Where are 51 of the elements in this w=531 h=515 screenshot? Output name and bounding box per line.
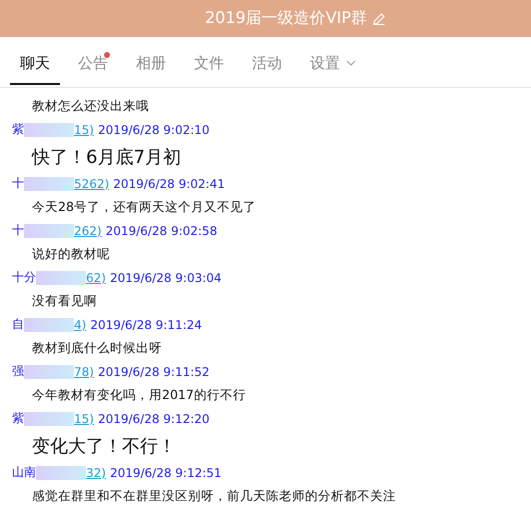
sender-id[interactable]: 32) [86,466,106,480]
message-text: 没有看见啊 [31,292,98,310]
blurred-block [24,364,74,378]
blurred-block [24,122,74,136]
message-time: 2019/6/28 9:12:20 [98,412,210,426]
sender-name: 自 [12,316,24,333]
message-time: 2019/6/28 9:11:24 [90,318,202,332]
pencil-icon[interactable] [372,12,386,26]
group-title: 2019届一级造价VIP群 [204,8,368,29]
message-time: 2019/6/28 9:12:51 [110,466,222,480]
message-time: 2019/6/28 9:11:52 [98,364,210,378]
sender-name: 紫 [12,121,24,138]
message-text: 感觉在群里和不在群里没区别呀，前几天陈老师的分析都不关注 [31,486,397,504]
tab[interactable]: 文件 [184,40,234,84]
message-text: 教材到底什么时候出呀 [31,338,163,356]
message-time: 2019/6/28 9:02:10 [98,122,210,136]
sender-name: 十 [12,222,24,239]
sender-id[interactable]: 78) [74,364,94,378]
message-text: 今年教材有变化吗，用2017的行不行 [31,386,247,404]
sender-id[interactable]: 15) [74,122,94,136]
sender-name: 山南 [12,464,36,481]
tab[interactable]: 聊天 [10,40,60,84]
sender-name: 十分 [12,269,36,286]
message-time: 2019/6/28 9:03:04 [110,270,222,284]
tab[interactable]: 公告 [68,40,118,84]
message-time: 2019/6/28 9:02:41 [113,176,225,190]
tab[interactable]: 相册 [126,40,176,84]
sender-id[interactable]: 262) [74,224,102,238]
message-text: 说好的教材呢 [31,244,111,262]
blurred-block [24,176,74,190]
sender-name: 紫 [12,410,24,427]
message-text: 快了！6月底7月初 [30,146,182,170]
chevron-down-icon [346,60,356,66]
notification-dot [104,52,110,58]
message-text: 教材怎么还没出来哦 [31,96,150,114]
sender-name: 十 [12,175,24,192]
message-text: 变化大了！不行！ [31,434,177,458]
blurred-block [24,224,74,238]
sender-id[interactable]: 4) [74,318,86,332]
tab[interactable]: 活动 [242,40,292,84]
blurred-block [36,466,86,480]
message-text: 今天28号了，还有两天这个月又不见了 [31,198,257,216]
sender-name: 强 [12,363,24,380]
blurred-block [24,318,74,332]
tab[interactable]: 设置 [300,40,366,84]
sender-id[interactable]: 62) [86,270,106,284]
blurred-block [36,270,86,284]
sender-id[interactable]: 15) [74,412,94,426]
sender-id[interactable]: 5262) [74,176,110,190]
blurred-block [24,412,74,426]
message-time: 2019/6/28 9:02:58 [106,224,218,238]
